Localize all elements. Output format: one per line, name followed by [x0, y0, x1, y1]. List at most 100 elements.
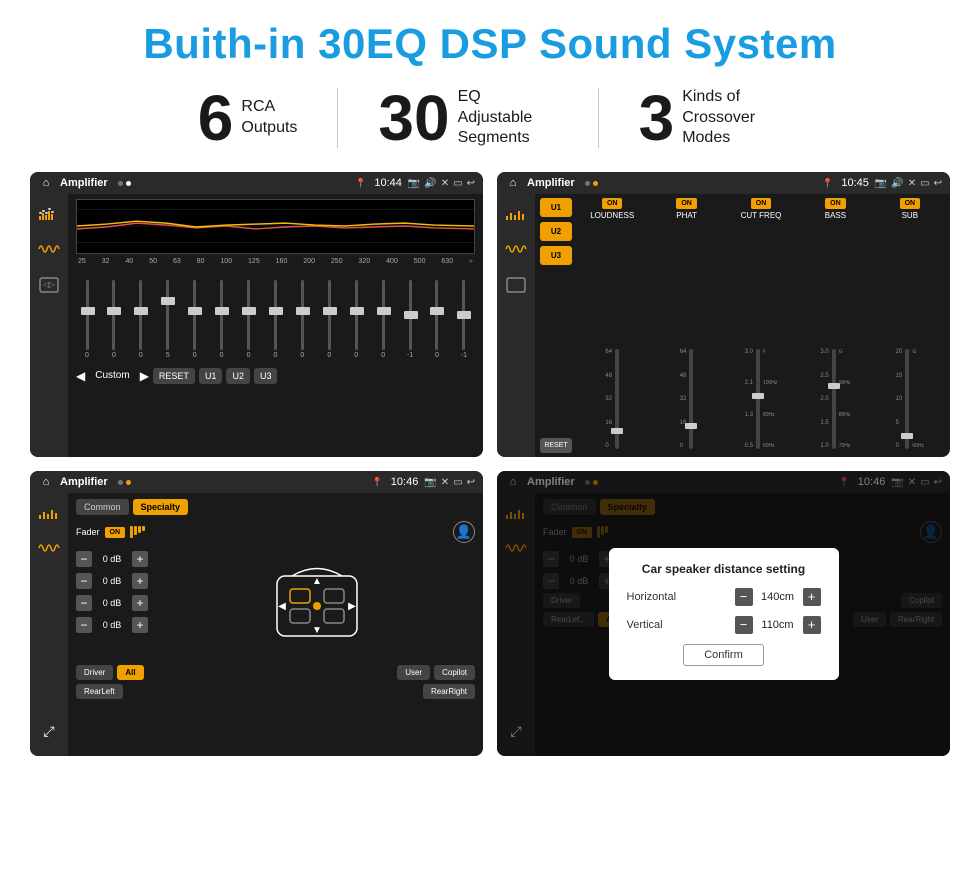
eq-slider-8[interactable]: 0: [293, 280, 311, 359]
rearleft-btn[interactable]: RearLeft: [76, 684, 123, 699]
db-minus-1[interactable]: −: [76, 573, 92, 589]
back-icon-2[interactable]: ↩: [934, 178, 942, 189]
eq-slider-5[interactable]: 0: [213, 280, 231, 359]
vertical-minus[interactable]: −: [735, 616, 753, 634]
main-title: Buith-in 30EQ DSP Sound System: [30, 20, 950, 68]
toggle-sub[interactable]: ON: [900, 198, 921, 209]
status-icons-3: 📷 ✕ ▭ ↩: [424, 477, 475, 488]
stat-number-eq: 30: [378, 86, 449, 150]
page-wrapper: Buith-in 30EQ DSP Sound System 6 RCA Out…: [0, 0, 980, 771]
db-minus-2[interactable]: −: [76, 595, 92, 611]
u1-button[interactable]: U1: [199, 368, 223, 384]
speaker-volume-icon[interactable]: ◁▷: [35, 274, 63, 296]
fader-row: Fader ON 👤: [76, 521, 475, 543]
arrows-icon-3[interactable]: ⤢: [35, 721, 63, 743]
driver-btn[interactable]: Driver: [76, 665, 113, 680]
speaker-icon-2[interactable]: [502, 274, 530, 296]
db-plus-0[interactable]: +: [132, 551, 148, 567]
slider-cutfreq[interactable]: [756, 349, 760, 449]
home-icon-2[interactable]: ⌂: [505, 175, 521, 191]
volume-icon-2: 🔊: [891, 178, 903, 189]
tab-specialty-3[interactable]: Specialty: [133, 499, 189, 515]
status-bar-1: ⌂ Amplifier 📍 10:44 📷 🔊 ✕ ▭ ↩: [30, 172, 483, 194]
slider-loudness[interactable]: [615, 349, 619, 449]
slider-bass[interactable]: [832, 349, 836, 449]
preset-u2[interactable]: U2: [540, 222, 572, 241]
wave-icon[interactable]: [35, 238, 63, 260]
eq-slider-12[interactable]: -1: [401, 280, 419, 359]
status-icons-2: 📷 🔊 ✕ ▭ ↩: [875, 178, 942, 189]
user-btn[interactable]: User: [397, 665, 430, 680]
preset-u1[interactable]: U1: [540, 198, 572, 217]
slider-phat[interactable]: [689, 349, 693, 449]
vertical-row: Vertical − 110cm +: [627, 616, 821, 634]
slider-sub[interactable]: [905, 349, 909, 449]
eq-slider-2[interactable]: 0: [132, 280, 150, 359]
amp-reset[interactable]: RESET: [540, 438, 572, 453]
wave-icon-3[interactable]: [35, 537, 63, 559]
stats-row: 6 RCA Outputs 30 EQ Adjustable Segments …: [30, 86, 950, 150]
eq-icon-2[interactable]: [502, 202, 530, 224]
db-plus-2[interactable]: +: [132, 595, 148, 611]
prev-button[interactable]: ◀: [76, 369, 85, 383]
amp-channels-main: U1 U2 U3 RESET ON LOUDNESS: [535, 194, 950, 457]
eq-slider-11[interactable]: 0: [374, 280, 392, 359]
u2-button[interactable]: U2: [226, 368, 250, 384]
horizontal-minus[interactable]: −: [735, 588, 753, 606]
u3-button[interactable]: U3: [254, 368, 278, 384]
profile-icon-3[interactable]: 👤: [453, 521, 475, 543]
status-dots-3: [118, 480, 131, 485]
back-icon-3[interactable]: ↩: [467, 477, 475, 488]
eq-slider-0[interactable]: 0: [78, 280, 96, 359]
reset-button[interactable]: RESET: [153, 368, 195, 384]
camera-icon-3: 📷: [424, 477, 436, 488]
close-icon: ✕: [441, 178, 449, 189]
home-icon-3[interactable]: ⌂: [38, 474, 54, 490]
wave-icon-2[interactable]: [502, 238, 530, 260]
crossover-bottom-row: Driver All User Copilot: [76, 665, 475, 680]
toggle-loudness[interactable]: ON: [602, 198, 623, 209]
eq-slider-4[interactable]: 0: [186, 280, 204, 359]
status-dots-1: [118, 181, 131, 186]
db-minus-0[interactable]: −: [76, 551, 92, 567]
db-plus-3[interactable]: +: [132, 617, 148, 633]
vertical-plus[interactable]: +: [803, 616, 821, 634]
vertical-control: − 110cm +: [735, 616, 821, 634]
eq-icon-3[interactable]: [35, 501, 63, 523]
eq-slider-10[interactable]: 0: [347, 280, 365, 359]
app-name-1: Amplifier: [60, 177, 108, 189]
close-icon-2: ✕: [908, 178, 916, 189]
speaker-diagram-svg: ▲ ▼ ◀ ▶: [262, 551, 372, 661]
amp-channels-list: ON LOUDNESS 64 48 32 16 0: [577, 198, 945, 453]
horizontal-plus[interactable]: +: [803, 588, 821, 606]
confirm-button[interactable]: Confirm: [683, 644, 764, 666]
fader-toggle[interactable]: ON: [105, 527, 126, 538]
preset-u3[interactable]: U3: [540, 246, 572, 265]
crossover-tabs: Common Specialty: [76, 499, 475, 515]
toggle-phat[interactable]: ON: [676, 198, 697, 209]
all-btn[interactable]: All: [117, 665, 143, 680]
rearright-btn[interactable]: RearRight: [423, 684, 475, 699]
db-controls-left: − 0 dB + − 0 dB + − 0 dB: [76, 551, 148, 633]
db-minus-3[interactable]: −: [76, 617, 92, 633]
eq-slider-3[interactable]: 5: [159, 280, 177, 359]
copilot-btn[interactable]: Copilot: [434, 665, 475, 680]
eq-slider-9[interactable]: 0: [320, 280, 338, 359]
toggle-cutfreq[interactable]: ON: [751, 198, 772, 209]
horizontal-control: − 140cm +: [735, 588, 821, 606]
eq-icon[interactable]: [35, 202, 63, 224]
next-button[interactable]: ▶: [140, 369, 149, 383]
stat-label-eq: EQ Adjustable Segments: [458, 87, 558, 149]
toggle-bass[interactable]: ON: [825, 198, 846, 209]
back-icon[interactable]: ↩: [467, 178, 475, 189]
vertical-label: Vertical: [627, 619, 687, 631]
eq-slider-1[interactable]: 0: [105, 280, 123, 359]
eq-slider-13[interactable]: 0: [428, 280, 446, 359]
home-icon[interactable]: ⌂: [38, 175, 54, 191]
db-plus-1[interactable]: +: [132, 573, 148, 589]
eq-slider-6[interactable]: 0: [240, 280, 258, 359]
eq-slider-14[interactable]: -1: [455, 280, 473, 359]
stat-eq: 30 EQ Adjustable Segments: [338, 86, 597, 150]
tab-common-3[interactable]: Common: [76, 499, 129, 515]
eq-slider-7[interactable]: 0: [266, 280, 284, 359]
